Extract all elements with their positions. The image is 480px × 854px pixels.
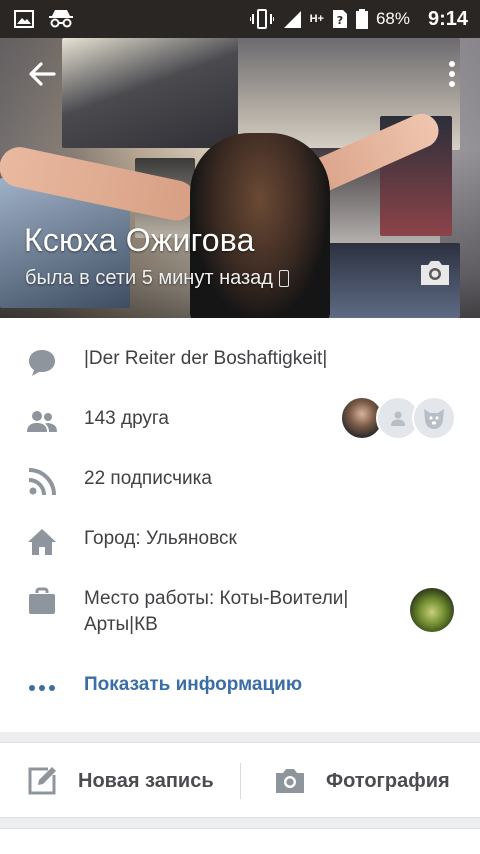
incognito-icon — [49, 10, 73, 28]
people-icon — [27, 411, 57, 432]
last-seen-text: была в сети 5 минут назад — [25, 267, 273, 289]
friend-avatar[interactable] — [412, 396, 456, 440]
user-placeholder-icon — [391, 411, 405, 426]
dog-avatar-icon — [424, 409, 444, 429]
followers-count: 22 подписчика — [84, 468, 212, 489]
home-icon — [28, 529, 56, 555]
camera-icon — [276, 769, 304, 793]
battery-icon — [355, 9, 368, 29]
no-sim-icon: ? — [332, 10, 347, 28]
more-vert-icon[interactable] — [446, 58, 458, 90]
actions-divider — [240, 763, 241, 799]
show-info-link[interactable]: Показать информацию — [84, 672, 302, 698]
edit-icon — [28, 767, 56, 795]
city-text: Город: Ульяновск — [84, 528, 237, 549]
rss-icon — [28, 468, 56, 496]
actions-bar: Новая запись Фотография — [0, 742, 480, 818]
speech-bubble-icon — [29, 350, 55, 376]
profile-info-card: |Der Reiter der Boshaftigkeit| 143 друга — [0, 318, 480, 732]
network-type: H+ — [309, 13, 324, 25]
cover-poster — [62, 38, 240, 148]
back-arrow-icon[interactable] — [26, 58, 58, 90]
clock: 9:14 — [427, 7, 468, 30]
camera-icon[interactable] — [418, 258, 452, 288]
work-community-avatar[interactable] — [410, 588, 454, 632]
gallery-icon — [14, 10, 34, 28]
friends-avatars[interactable] — [340, 396, 456, 440]
new-post-button[interactable]: Новая запись — [26, 743, 214, 819]
status-bar: H+ ? 68% 9:14 — [0, 0, 480, 38]
work-text: Место работы: Коты-Воители| Арты|КВ — [84, 586, 348, 638]
status-text: |Der Reiter der Boshaftigkeit| — [84, 348, 328, 369]
ellipsis-icon — [29, 685, 55, 691]
work-text-line1: Место работы: Коты-Воители| — [84, 588, 349, 609]
last-seen-row: была в сети 5 минут назад — [25, 267, 289, 290]
briefcase-icon — [29, 587, 55, 614]
vibrate-icon — [249, 9, 274, 29]
mobile-icon — [278, 270, 289, 287]
profile-name: Ксюха Ожигова — [24, 222, 255, 258]
svg-text:?: ? — [337, 14, 343, 27]
friends-count: 143 друга — [84, 408, 169, 429]
new-post-label: Новая запись — [78, 769, 214, 792]
battery-percent: 68% — [375, 9, 410, 28]
photo-label: Фотография — [326, 769, 450, 792]
signal-icon — [283, 11, 301, 28]
photo-button[interactable]: Фотография — [274, 743, 450, 819]
next-card-edge — [0, 828, 480, 854]
work-text-line2: Арты|КВ — [84, 614, 158, 635]
